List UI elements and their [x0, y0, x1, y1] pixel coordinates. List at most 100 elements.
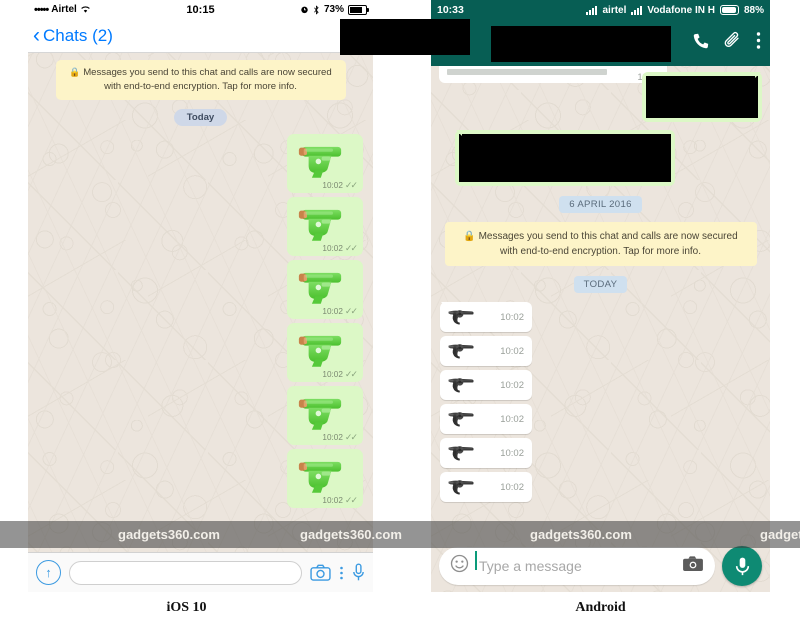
- android-message-time: 10:02: [500, 447, 524, 459]
- ios-clock: 10:15: [186, 3, 215, 16]
- battery-icon: [719, 5, 739, 15]
- android-message-row: 10:02: [440, 438, 770, 468]
- text-caret: [475, 551, 477, 570]
- revolver-emoji: [448, 446, 474, 461]
- ios-back-button[interactable]: ‹ Chats (2): [28, 25, 113, 46]
- android-status-right: airtel Vodafone IN H 88%: [586, 5, 764, 16]
- android-message-row: 10:02: [440, 472, 770, 502]
- android-message-row: 10:02: [440, 302, 770, 332]
- read-receipt-icon: ✓✓: [344, 305, 358, 316]
- android-message-bubble[interactable]: 10:02: [440, 370, 532, 400]
- paperclip-icon[interactable]: [724, 31, 742, 55]
- ios-message-bubble[interactable]: 10:02 ✓✓: [287, 322, 363, 382]
- ios-encryption-notice[interactable]: 🔒 Messages you send to this chat and cal…: [55, 60, 346, 100]
- chevron-left-icon: ‹: [33, 24, 40, 47]
- android-message-time: 10:02: [500, 413, 524, 425]
- ios-message-input[interactable]: [69, 560, 302, 585]
- redaction-block: [459, 134, 671, 182]
- caption-ios: iOS 10: [166, 600, 207, 615]
- read-receipt-icon: ✓✓: [344, 494, 358, 505]
- android-message-row: 10:02: [440, 404, 770, 434]
- android-contact-name-redaction: [491, 26, 671, 62]
- ios-back-label: Chats (2): [43, 25, 113, 45]
- android-message-bubble[interactable]: 10:02: [440, 336, 532, 366]
- ios-contact-name-redaction: [340, 19, 470, 55]
- android-chat-body[interactable]: 12:40 6 APRIL 2016 🔒 Messages you send t…: [431, 66, 770, 592]
- ios-message-time: 10:02: [322, 243, 343, 253]
- ios-message-meta: 10:02 ✓✓: [294, 242, 358, 254]
- revolver-emoji: [448, 310, 474, 325]
- android-clipped-message[interactable]: 12:40: [439, 66, 667, 83]
- android-date-divider-old: 6 APRIL 2016: [559, 196, 642, 213]
- watermark-text: gadgets360.com: [530, 527, 632, 542]
- arrow-up-circle-icon[interactable]: ↑: [36, 560, 61, 585]
- water-pistol-emoji: [298, 146, 342, 178]
- ios-status-bar: ••••• Airtel 10:15 73%: [28, 0, 373, 19]
- ios-message-bubble[interactable]: 10:02 ✓✓: [287, 385, 363, 445]
- ios-chat-body[interactable]: 🔒 Messages you send to this chat and cal…: [28, 52, 373, 552]
- ios-message-time: 10:02: [322, 180, 343, 190]
- android-message-placeholder[interactable]: Type a message: [475, 551, 675, 574]
- ios-message-bubble[interactable]: 10:02 ✓✓: [287, 448, 363, 508]
- overflow-menu-icon[interactable]: [756, 31, 761, 55]
- ios-message-time: 10:02: [322, 495, 343, 505]
- lock-icon: 🔒: [463, 231, 476, 242]
- android-message-bubble[interactable]: 10:02: [440, 302, 532, 332]
- ios-message-bubble[interactable]: 10:02 ✓✓: [287, 133, 363, 193]
- lock-icon: 🔒: [69, 67, 81, 77]
- ios-nav-bar: ‹ Chats (2): [28, 19, 373, 53]
- ios-message-row: 10:02 ✓✓: [28, 133, 363, 193]
- android-message-time: 10:02: [500, 345, 524, 357]
- android-phone-panel: 10:33 airtel Vodafone IN H 88% 6 APRIL 2…: [431, 0, 770, 592]
- android-redacted-bubble-2[interactable]: [455, 130, 675, 186]
- ios-phone-panel: ••••• Airtel 10:15 73% ‹ Chats (2) 🔒 Mes…: [28, 0, 373, 592]
- android-message-row: 10:02: [440, 336, 770, 366]
- ios-message-row: 10:02 ✓✓: [28, 196, 363, 256]
- phone-icon[interactable]: [692, 32, 710, 55]
- ios-message-meta: 10:02 ✓✓: [294, 494, 358, 506]
- water-pistol-emoji: [298, 398, 342, 430]
- more-vertical-icon[interactable]: [339, 565, 344, 581]
- comparison-stage: ••••• Airtel 10:15 73% ‹ Chats (2) 🔒 Mes…: [0, 0, 800, 620]
- android-carrier-2: Vodafone IN H: [647, 4, 715, 16]
- android-message-bubble[interactable]: 10:02: [440, 404, 532, 434]
- ios-message-time: 10:02: [322, 306, 343, 316]
- ios-message-meta: 10:02 ✓✓: [294, 369, 358, 380]
- ios-encryption-text: Messages you send to this chat and calls…: [83, 67, 332, 92]
- ios-message-bubble[interactable]: 10:02 ✓✓: [287, 196, 363, 256]
- watermark-band: gadgets360.com gadgets360.com gadgets360.c…: [0, 521, 800, 548]
- android-input-bar[interactable]: Type a message: [439, 547, 715, 585]
- ios-message-list: 10:02 ✓✓ 10:02 ✓✓ 10:02 ✓✓ 10:02 ✓✓ 10:0…: [28, 133, 373, 508]
- ios-message-meta: 10:02 ✓✓: [294, 180, 358, 191]
- revolver-emoji: [448, 412, 474, 427]
- camera-icon[interactable]: [682, 555, 704, 577]
- revolver-emoji: [448, 378, 474, 393]
- signal-bars-icon: [586, 5, 598, 15]
- ios-message-row: 10:02 ✓✓: [28, 385, 363, 445]
- smiley-icon[interactable]: [450, 554, 469, 578]
- android-appbar-actions: [692, 31, 761, 55]
- android-encryption-notice[interactable]: 🔒 Messages you send to this chat and cal…: [444, 222, 757, 266]
- caption-android: Android: [575, 600, 626, 615]
- ios-day-divider: Today: [173, 108, 228, 126]
- android-outgoing-redacted-bubble-1[interactable]: [642, 72, 762, 122]
- read-receipt-icon: ✓✓: [344, 431, 358, 442]
- android-message-bubble[interactable]: 10:02: [440, 438, 532, 468]
- android-message-time: 10:02: [500, 379, 524, 391]
- microphone-icon: [735, 557, 749, 575]
- revolver-emoji: [448, 480, 474, 495]
- water-pistol-emoji: [298, 335, 342, 367]
- ios-message-time: 10:02: [322, 369, 343, 379]
- android-message-row: 10:02: [440, 370, 770, 400]
- watermark-text: gadgets360.com: [300, 527, 402, 542]
- camera-icon[interactable]: [310, 564, 331, 581]
- water-pistol-emoji: [298, 272, 342, 304]
- voice-record-button[interactable]: [722, 546, 762, 586]
- android-message-bubble[interactable]: 10:02: [440, 472, 532, 502]
- ios-message-bubble[interactable]: 10:02 ✓✓: [287, 259, 363, 319]
- watermark-text: gadgets360.com: [760, 527, 800, 542]
- water-pistol-emoji: [298, 209, 342, 241]
- read-receipt-icon: ✓✓: [344, 242, 358, 253]
- watermark-text: gadgets360.com: [118, 527, 220, 542]
- microphone-icon[interactable]: [352, 563, 365, 582]
